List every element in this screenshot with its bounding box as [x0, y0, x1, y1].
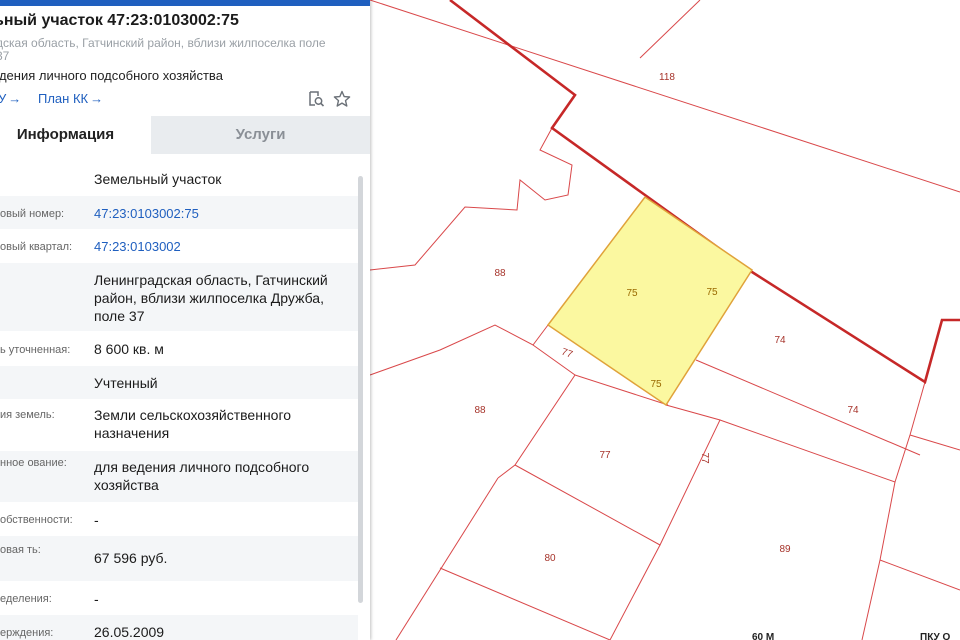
plan-kk-link-label: План КК	[38, 91, 89, 106]
info-row-cadastral-value: овая ть: 67 596 руб.	[0, 536, 358, 581]
info-panel: ьный участок 47:23:0103002:75 дская обла…	[0, 0, 370, 640]
info-row-value: 67 596 руб.	[94, 550, 168, 566]
parcel-label-74-lower: 74	[847, 405, 859, 416]
map-bottom-label-right: ПКУ О	[920, 632, 951, 640]
info-row-land-category: ия земель: Земли сельскохозяйственного н…	[0, 399, 358, 451]
egrn-link-label: У	[0, 91, 7, 106]
parcel-label-77-edge: 77	[699, 452, 710, 464]
star-icon[interactable]	[333, 90, 351, 108]
info-row-key: ерждения:	[0, 627, 54, 639]
info-row-determination-date: еделения: -	[0, 581, 358, 615]
info-row-key: ия земель:	[0, 409, 55, 421]
info-row-key: нное ование:	[0, 457, 67, 469]
info-row-key: овая ть:	[0, 544, 41, 556]
parcel-edge-label-75-bottom: 75	[650, 379, 662, 390]
panel-tabs: Информация Услуги	[0, 116, 370, 154]
parcel-label-74: 74	[774, 335, 786, 346]
info-row-key: овый номер:	[0, 208, 65, 220]
parcel-label-75: 75	[626, 288, 638, 299]
info-row-key: ь уточненная:	[0, 344, 71, 356]
egrn-link[interactable]: У →	[0, 91, 21, 106]
parcel-label-88: 88	[494, 268, 506, 279]
map-bottom-label-left: 60 М	[752, 632, 774, 640]
panel-top-accent	[0, 0, 370, 6]
arrow-right-icon: →	[8, 91, 22, 106]
arrow-right-icon: →	[90, 91, 104, 106]
info-row-key: овый квартал:	[0, 241, 73, 253]
info-table: Земельный участок овый номер: 47:23:0103…	[0, 161, 358, 640]
info-row-cadastral-quarter: овый квартал: 47:23:0103002	[0, 229, 358, 263]
info-row-value: 8 600 кв. м	[94, 341, 164, 357]
cadastral-quarter-link[interactable]: 47:23:0103002	[94, 238, 344, 256]
info-row-approval-date: ерждения: 26.05.2009	[0, 615, 358, 640]
info-row-type: Земельный участок	[0, 161, 358, 196]
search-document-icon[interactable]	[307, 90, 325, 108]
parcel-label-118: 118	[659, 72, 675, 83]
cadastral-number-link[interactable]: 47:23:0103002:75	[94, 205, 344, 223]
info-row-area: ь уточненная: 8 600 кв. м	[0, 331, 358, 366]
info-row-key: обственности:	[0, 514, 73, 526]
parcel-edge-label-75-right: 75	[706, 287, 718, 298]
tab-information[interactable]: Информация	[0, 116, 151, 154]
info-row-ownership: обственности: -	[0, 502, 358, 536]
info-row-value: 26.05.2009	[94, 624, 165, 640]
info-row-value: для ведения личного подсобного хозяйства	[94, 459, 310, 493]
plan-kk-link[interactable]: План КК →	[38, 91, 103, 106]
parcel-label-88-lower: 88	[474, 405, 486, 416]
parcel-label-77: 77	[599, 450, 611, 461]
parcel-label-89: 89	[779, 544, 791, 555]
panel-scrollbar[interactable]	[358, 176, 363, 603]
page-title: ьный участок 47:23:0103002:75	[0, 12, 239, 29]
info-row-value: Земельный участок	[94, 171, 222, 187]
parcel-label-80: 80	[544, 553, 556, 564]
info-row-value: -	[94, 591, 99, 607]
parcel-address: дская область, Гатчинский район, вблизи …	[0, 36, 326, 63]
info-row-address: Ленинградская область, Гатчинский район,…	[0, 263, 358, 331]
tab-services[interactable]: Услуги	[151, 116, 370, 154]
info-row-permitted-use: нное ование: для ведения личного подсобн…	[0, 451, 358, 502]
info-row-value: Ленинградская область, Гатчинский район,…	[94, 272, 328, 324]
info-row-value: Земли сельскохозяйственного назначения	[94, 407, 292, 441]
parcel-purpose: едения личного подсобного хозяйства	[0, 68, 223, 83]
info-row-cadastral-number: овый номер: 47:23:0103002:75	[0, 196, 358, 229]
info-row-value: Учтенный	[94, 375, 158, 391]
info-row-value: -	[94, 512, 99, 528]
info-row-key: еделения:	[0, 593, 52, 605]
info-row-status: Учтенный	[0, 366, 358, 399]
